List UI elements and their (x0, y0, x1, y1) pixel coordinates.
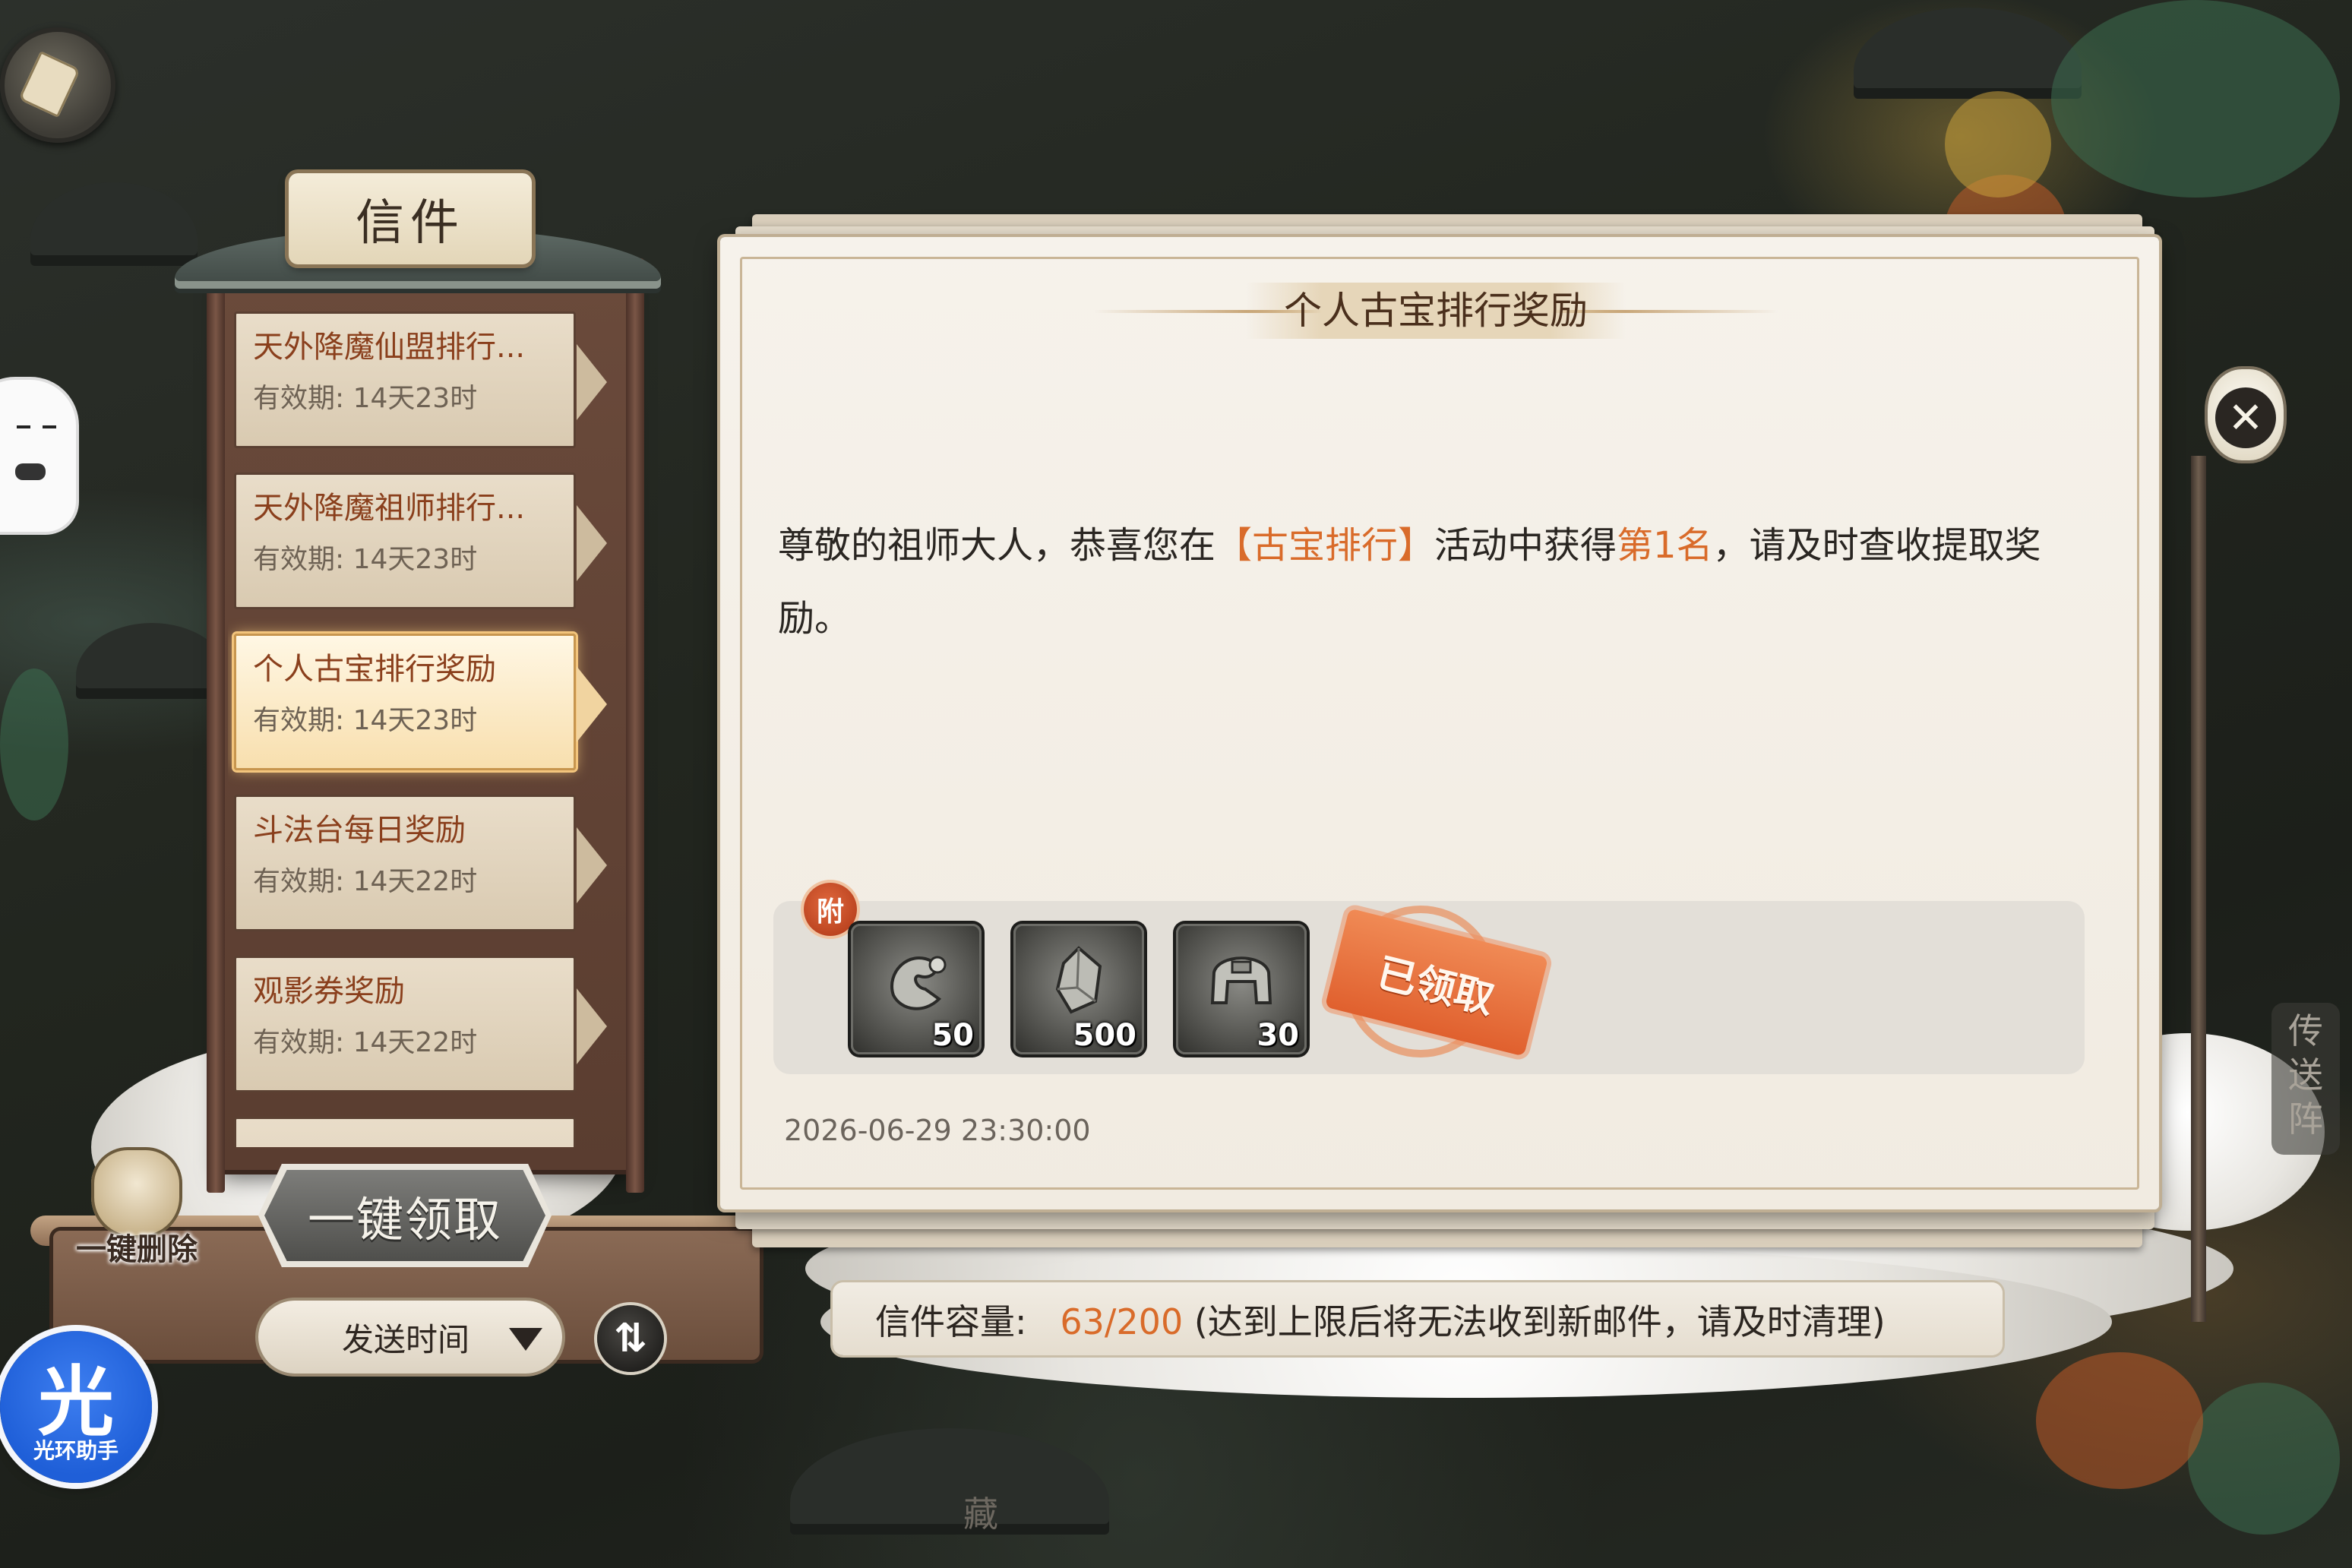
background-roof (76, 623, 228, 699)
attachment-qty: 50 (931, 1018, 974, 1053)
background-foliage (2188, 1383, 2340, 1535)
mail-list-item[interactable]: 观影券奖励 有效期: 14天22时 (234, 956, 607, 1092)
ore-crystal-icon (1055, 946, 1102, 1014)
capacity-note: (达到上限后将无法收到新邮件，请及时清理) (1193, 1301, 1886, 1342)
attachment-item[interactable]: 500 (1013, 924, 1144, 1054)
close-icon: ✕ (2227, 393, 2264, 443)
letter-body-highlight-rank: 第1名 (1617, 524, 1713, 567)
background-roof (790, 1428, 1109, 1535)
teleport-array-button[interactable]: 传送阵 (2271, 1003, 2340, 1155)
mail-item-expire: 有效期: 14天22时 (253, 1027, 478, 1058)
mail-panel-title-plaque: 信件 (289, 173, 532, 264)
background-foliage (2051, 0, 2340, 198)
background-roof (30, 182, 198, 266)
library-button[interactable]: 藏 (963, 1492, 1016, 1536)
attachment-badge: 附 (804, 883, 857, 936)
capacity-label: 信件容量: (875, 1301, 1027, 1342)
mail-item-expire: 有效期: 14天23时 (253, 544, 478, 575)
attachment-qty: 500 (1073, 1018, 1137, 1053)
scroll-relic-icon (890, 956, 947, 1010)
attachment-item[interactable]: 50 (851, 924, 982, 1054)
mail-list-item[interactable]: 天外降魔祖师排行... 有效期: 14天23时 (234, 473, 607, 609)
mail-item-title: 观影券奖励 (253, 974, 405, 1009)
sort-dropdown-label: 发送时间 (342, 1320, 470, 1358)
halo-assistant-label: 光环助手 (33, 1438, 119, 1463)
mail-item-expire: 有效期: 14天22时 (253, 866, 478, 897)
background-ember (1945, 91, 2051, 198)
lantern-pole (2191, 456, 2206, 1322)
claim-all-button[interactable]: 一键领取 (264, 1170, 545, 1261)
mail-item-expire: 有效期: 14天23时 (253, 383, 478, 414)
mail-item-title: 斗法台每日奖励 (253, 813, 466, 848)
swap-arrows-icon: ⇅ (614, 1316, 647, 1361)
background-ember (2036, 1352, 2203, 1489)
mail-item-title: 天外降魔祖师排行... (253, 491, 526, 526)
close-button[interactable]: ✕ (2215, 387, 2276, 448)
mail-item-expire: 有效期: 14天23时 (253, 705, 478, 736)
frame-post-left (207, 258, 225, 1193)
capacity-value: 63/200 (1060, 1301, 1184, 1342)
scroll-icon (17, 51, 81, 118)
background-foliage (0, 669, 68, 820)
halo-assistant-badge[interactable]: 光 光环助手 (0, 1331, 152, 1483)
cat-eye (43, 425, 56, 428)
letter-body: 尊敬的祖师大人，恭喜您在【古宝排行】活动中获得第1名，请及时查收提取奖励。 (778, 509, 2085, 655)
teleport-array-label: 传送阵 (2288, 1010, 2323, 1140)
chevron-down-icon (509, 1328, 542, 1351)
delete-all-label: 一键删除 (76, 1232, 198, 1267)
mail-list-item-partial[interactable] (234, 1117, 576, 1147)
mail-list-item[interactable]: 斗法台每日奖励 有效期: 14天22时 (234, 795, 607, 931)
background-roof (1854, 8, 2082, 99)
letter-body-highlight-event: 【古宝排行】 (1216, 524, 1435, 567)
mail-item-title: 个人古宝排行奖励 (253, 652, 496, 687)
claimed-stamp-label: 已领取 (1372, 950, 1499, 1023)
scroll-menu-button[interactable] (0, 27, 115, 143)
cat-mascot[interactable] (0, 380, 76, 532)
letter-body-text: 尊敬的祖师大人，恭喜您在 (778, 524, 1216, 567)
game-screen: 信件 天外降魔仙盟排行... 有效期: 14天23时 天外降魔祖师排行... 有… (0, 0, 2352, 1568)
mail-list-item-selected[interactable]: 个人古宝排行奖励 有效期: 14天23时 (234, 634, 607, 770)
frame-post-right (626, 258, 644, 1193)
mail-item-title: 天外降魔仙盟排行... (253, 330, 526, 365)
claim-all-label: 一键领取 (307, 1192, 502, 1247)
attachment-qty: 30 (1257, 1018, 1299, 1053)
sort-dropdown[interactable]: 发送时间 (258, 1301, 562, 1374)
gamepad-icon (15, 463, 46, 480)
mail-capacity: 信件容量: 63/200 (达到上限后将无法收到新邮件，请及时清理) (875, 1295, 1886, 1345)
sort-order-toggle[interactable]: ⇅ (597, 1305, 664, 1372)
library-label: 藏 (963, 1494, 998, 1535)
attachment-item[interactable]: 30 (1176, 924, 1307, 1054)
letter-date: 2026-06-29 23:30:00 (784, 1114, 1091, 1147)
mail-list-item[interactable]: 天外降魔仙盟排行... 有效期: 14天23时 (234, 311, 607, 448)
letter-title: 个人古宝排行奖励 (1284, 289, 1588, 333)
letter-body-text: 活动中获得 (1434, 524, 1617, 567)
cat-eye (17, 425, 30, 428)
mail-list[interactable]: 天外降魔仙盟排行... 有效期: 14天23时 天外降魔祖师排行... 有效期:… (228, 304, 615, 1147)
helmet-icon (1210, 956, 1272, 1004)
mail-panel-title: 信件 (356, 195, 465, 251)
attachment-badge-label: 附 (816, 896, 844, 928)
delete-all-button[interactable]: 一键删除 (53, 1132, 220, 1276)
